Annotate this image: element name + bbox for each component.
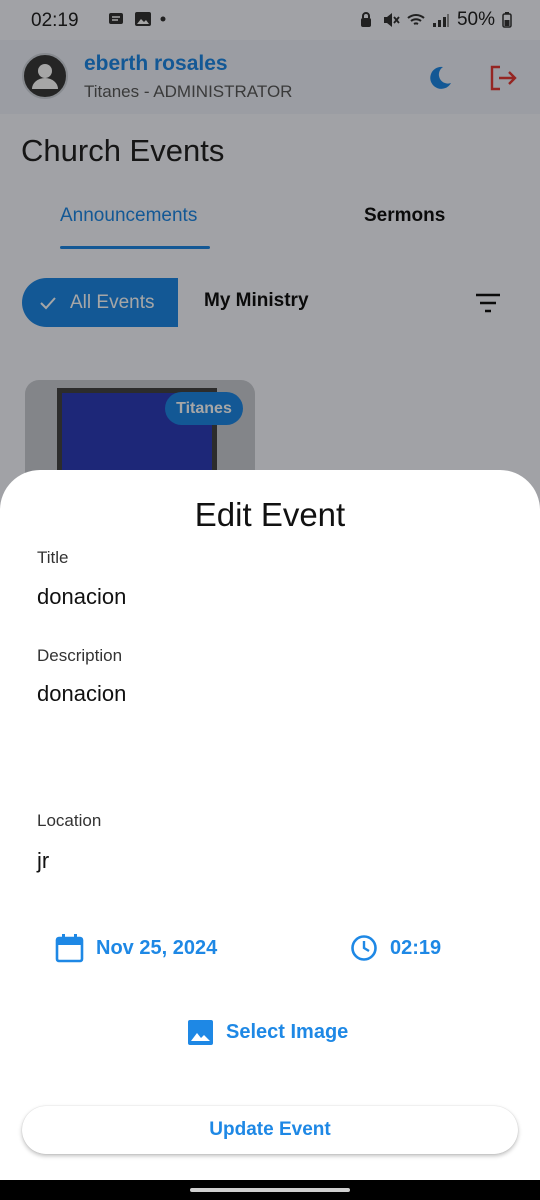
update-event-button[interactable]: Update Event — [22, 1106, 518, 1154]
clock-icon — [351, 935, 377, 961]
home-gesture-handle[interactable] — [190, 1188, 350, 1192]
sheet-title: Edit Event — [194, 496, 346, 533]
select-image-button[interactable]: Select Image — [187, 1019, 348, 1046]
title-label: Title — [37, 548, 69, 567]
location-field[interactable]: jr — [37, 848, 49, 874]
description-label: Description — [37, 646, 123, 665]
edit-event-sheet: Edit Event Title donacion Description do… — [0, 470, 540, 1180]
calendar-icon — [55, 934, 84, 963]
date-picker-button[interactable]: Nov 25, 2024 — [55, 933, 217, 963]
image-icon — [188, 1020, 213, 1045]
location-label: Location — [37, 811, 102, 830]
time-picker-button[interactable]: 02:19 — [350, 934, 441, 962]
title-field[interactable]: donacion — [37, 584, 126, 610]
description-field[interactable]: donacion — [37, 681, 126, 707]
system-nav-bar — [0, 1180, 540, 1200]
select-image-label: Select Image — [226, 1021, 349, 1043]
time-value: 02:19 — [390, 936, 442, 959]
date-value: Nov 25, 2024 — [96, 936, 218, 959]
